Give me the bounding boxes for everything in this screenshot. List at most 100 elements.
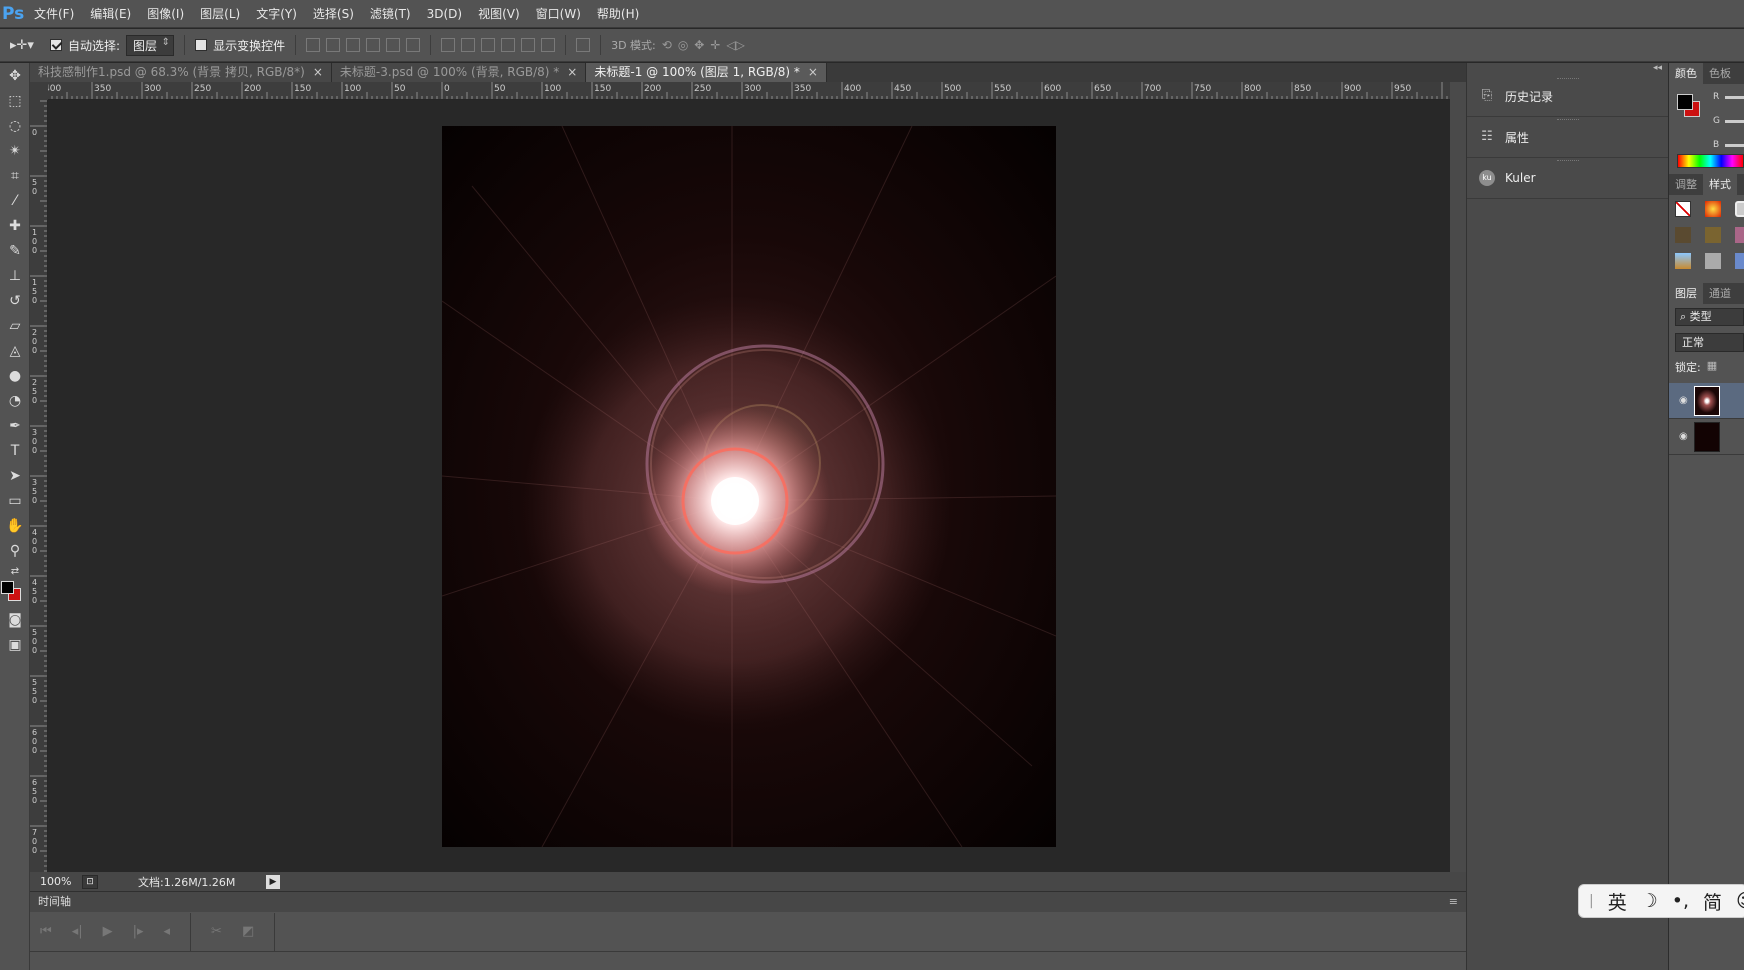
tab-layers[interactable]: 图层: [1669, 283, 1703, 304]
b-slider[interactable]: [1725, 144, 1744, 147]
healing-brush-tool-icon[interactable]: ✚: [0, 213, 30, 238]
3d-scale-icon[interactable]: ◁▷: [726, 38, 744, 52]
menu-image[interactable]: 图像(I): [139, 0, 192, 28]
menu-window[interactable]: 窗口(W): [528, 0, 589, 28]
play-icon[interactable]: ▶: [103, 924, 113, 939]
first-frame-icon[interactable]: ⏮: [40, 924, 52, 939]
ruler-origin[interactable]: [30, 82, 48, 100]
align-top-icon[interactable]: [306, 38, 321, 52]
punctuation-icon[interactable]: •,: [1672, 890, 1689, 912]
distribute-hcenter-icon[interactable]: [521, 38, 536, 52]
tab-styles[interactable]: 样式: [1703, 174, 1737, 195]
prev-frame-icon[interactable]: ◂|: [72, 924, 83, 939]
move-tool-preset-icon[interactable]: ▸✛▾: [10, 38, 44, 53]
move-tool-icon[interactable]: ✥: [0, 63, 30, 88]
zoom-tool-icon[interactable]: ⚲: [0, 538, 30, 563]
menu-filter[interactable]: 滤镜(T): [362, 0, 419, 28]
style-red-swatch[interactable]: [1705, 201, 1721, 217]
show-transform-checkbox[interactable]: [195, 39, 208, 51]
fg-color-swatch[interactable]: [1677, 94, 1693, 110]
panel-properties[interactable]: ☷ 属性: [1467, 117, 1668, 158]
r-slider[interactable]: [1725, 96, 1744, 99]
menu-3d[interactable]: 3D(D): [419, 0, 470, 28]
color-spectrum[interactable]: [1677, 154, 1744, 168]
vertical-ruler[interactable]: 0501001502002503003504004505005506006507…: [30, 100, 48, 872]
stamp-tool-icon[interactable]: ⊥: [0, 263, 30, 288]
layer-row-1[interactable]: ◉: [1669, 383, 1744, 419]
magic-wand-tool-icon[interactable]: ✴: [0, 138, 30, 163]
align-hcenter-icon[interactable]: [386, 38, 401, 52]
moon-icon[interactable]: ☽: [1641, 890, 1658, 912]
menu-select[interactable]: 选择(S): [305, 0, 362, 28]
timeline-title[interactable]: 时间轴: [38, 895, 71, 908]
style-pink-swatch[interactable]: [1735, 227, 1744, 243]
distribute-top-icon[interactable]: [441, 38, 456, 52]
status-arrow-icon[interactable]: ▶: [266, 874, 280, 889]
distribute-left-icon[interactable]: [501, 38, 516, 52]
tab-document-3[interactable]: 未标题-1 @ 100% (图层 1, RGB/8) * ×: [586, 63, 827, 82]
paint-bucket-tool-icon[interactable]: ◬: [0, 338, 30, 363]
menu-help[interactable]: 帮助(H): [589, 0, 647, 28]
style-frame-swatch[interactable]: [1735, 201, 1744, 217]
brush-tool-icon[interactable]: ✎: [0, 238, 30, 263]
auto-align-icon[interactable]: [576, 38, 591, 52]
history-brush-tool-icon[interactable]: ↺: [0, 288, 30, 313]
panel-menu-icon[interactable]: ≡: [1449, 892, 1458, 912]
menu-type[interactable]: 文字(Y): [248, 0, 305, 28]
menu-layer[interactable]: 图层(L): [192, 0, 248, 28]
style-sky-swatch[interactable]: [1675, 253, 1691, 269]
3d-pan-icon[interactable]: ✥: [694, 38, 704, 52]
close-icon[interactable]: ×: [808, 65, 818, 79]
tab-color[interactable]: 颜色: [1669, 63, 1703, 84]
menu-edit[interactable]: 编辑(E): [82, 0, 139, 28]
document-canvas[interactable]: [442, 126, 1056, 847]
close-icon[interactable]: ×: [313, 65, 323, 79]
menu-file[interactable]: 文件(F): [26, 0, 82, 28]
status-menu-icon[interactable]: ⊡: [82, 874, 98, 889]
type-tool-icon[interactable]: T: [0, 438, 30, 463]
dodge-tool-icon[interactable]: ◔: [0, 388, 30, 413]
eraser-tool-icon[interactable]: ▱: [0, 313, 30, 338]
ime-handle[interactable]: |: [1589, 893, 1594, 909]
tab-channels[interactable]: 通道: [1703, 283, 1737, 304]
panel-kuler[interactable]: ku Kuler: [1467, 158, 1668, 199]
distribute-vcenter-icon[interactable]: [461, 38, 476, 52]
panel-history[interactable]: ⎘ 历史记录: [1467, 76, 1668, 117]
next-frame-icon[interactable]: |▸: [133, 924, 144, 939]
style-pattern-swatch[interactable]: [1705, 253, 1721, 269]
layer-row-2[interactable]: ◉: [1669, 419, 1744, 455]
align-vcenter-icon[interactable]: [326, 38, 341, 52]
collapse-icon[interactable]: ◂◂: [1467, 63, 1668, 76]
align-bottom-icon[interactable]: [346, 38, 361, 52]
emoji-icon[interactable]: ☺: [1736, 890, 1744, 912]
zoom-level[interactable]: 100%: [30, 875, 82, 888]
foreground-color-swatch[interactable]: [1, 581, 14, 594]
close-icon[interactable]: ×: [567, 65, 577, 79]
audio-icon[interactable]: ◂: [164, 924, 171, 939]
align-right-icon[interactable]: [406, 38, 421, 52]
tab-swatches[interactable]: 色板: [1703, 63, 1737, 84]
hand-tool-icon[interactable]: ✋: [0, 513, 30, 538]
align-left-icon[interactable]: [366, 38, 381, 52]
ime-simplified[interactable]: 简: [1703, 888, 1722, 915]
quick-mask-icon[interactable]: ◙: [0, 607, 30, 632]
transition-icon[interactable]: ◩: [242, 924, 254, 939]
style-gold-swatch[interactable]: [1705, 227, 1721, 243]
split-icon[interactable]: ✂: [211, 924, 222, 939]
ime-lang[interactable]: 英: [1608, 888, 1627, 915]
distribute-bottom-icon[interactable]: [481, 38, 496, 52]
layer-filter[interactable]: ⌕ 类型: [1675, 308, 1744, 326]
eyedropper-tool-icon[interactable]: ⁄: [0, 188, 30, 213]
style-brown-swatch[interactable]: [1675, 227, 1691, 243]
3d-slide-icon[interactable]: ✛: [710, 38, 720, 52]
lock-transparent-icon[interactable]: ▦: [1707, 359, 1717, 375]
marquee-tool-icon[interactable]: ⬚: [0, 88, 30, 113]
3d-roll-icon[interactable]: ◎: [678, 38, 688, 52]
swap-colors-icon[interactable]: ⇄: [0, 563, 30, 579]
blend-mode-dropdown[interactable]: 正常: [1675, 333, 1744, 352]
visibility-eye-icon[interactable]: ◉: [1679, 395, 1688, 406]
tab-document-1[interactable]: 科技感制作1.psd @ 68.3% (背景 拷贝, RGB/8*) ×: [30, 63, 332, 82]
style-blue-swatch[interactable]: [1735, 253, 1744, 269]
crop-tool-icon[interactable]: ⌗: [0, 163, 30, 188]
distribute-right-icon[interactable]: [541, 38, 556, 52]
